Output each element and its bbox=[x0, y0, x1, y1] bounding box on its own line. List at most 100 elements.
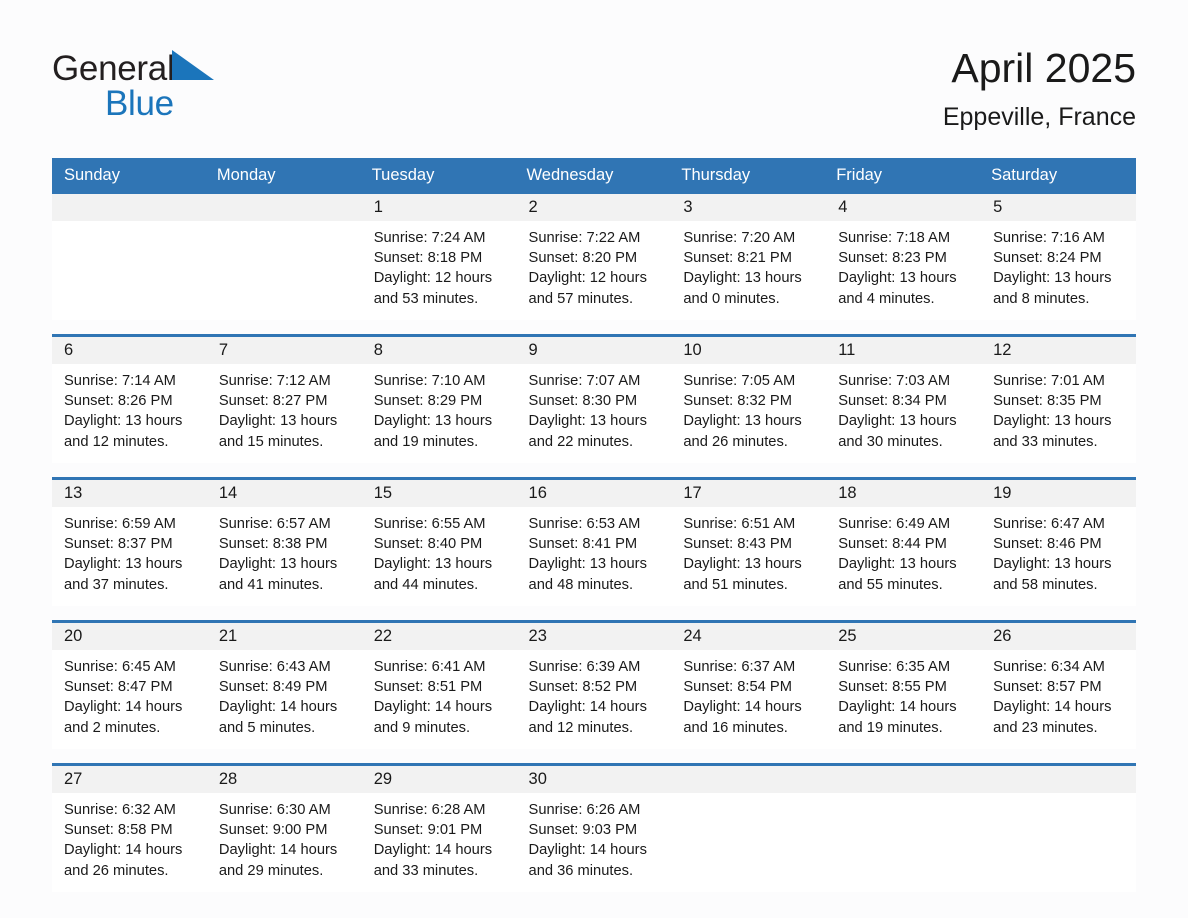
calendar-day-cell[interactable]: 6 Sunrise: 7:14 AM Sunset: 8:26 PM Daylight… bbox=[52, 334, 207, 463]
sunrise-text: Sunrise: 7:05 AM bbox=[683, 373, 796, 389]
day-details: Sunrise: 6:51 AM Sunset: 8:43 PM Daylight:… bbox=[671, 507, 826, 595]
calendar-day-cell[interactable]: 8 Sunrise: 7:10 AM Sunset: 8:29 PM Daylight… bbox=[361, 334, 517, 463]
daylight-text: Daylight: 14 hours and 2 minutes. bbox=[64, 699, 183, 736]
calendar-table: Sunday Monday Tuesday Wednesday Thursday… bbox=[52, 158, 1136, 892]
day-details: Sunrise: 6:37 AM Sunset: 8:54 PM Daylight:… bbox=[671, 650, 826, 738]
day-number bbox=[826, 766, 982, 793]
sunset-text: Sunset: 8:49 PM bbox=[218, 679, 328, 696]
sunset-text: Sunset: 9:00 PM bbox=[218, 822, 328, 839]
calendar-day-cell[interactable]: 21 Sunrise: 6:43 AM Sunset: 8:49 PM Dayligh… bbox=[206, 620, 362, 749]
daylight-text: Daylight: 13 hours and 33 minutes. bbox=[993, 413, 1112, 450]
calendar-day-cell[interactable]: 11 Sunrise: 7:03 AM Sunset: 8:34 PM Dayligh… bbox=[826, 334, 982, 463]
calendar-day-cell[interactable]: 23 Sunrise: 6:39 AM Sunset: 8:52 PM Dayligh… bbox=[516, 620, 672, 749]
calendar-day-cell[interactable]: 20 Sunrise: 6:45 AM Sunset: 8:47 PM Dayligh… bbox=[52, 620, 207, 749]
daylight-text: Daylight: 13 hours and 48 minutes. bbox=[528, 556, 647, 593]
daylight-text: Daylight: 12 hours and 53 minutes. bbox=[373, 270, 493, 307]
calendar-day-cell[interactable]: 19 Sunrise: 6:47 AM Sunset: 8:46 PM Dayligh… bbox=[981, 477, 1136, 606]
day-cell-inner: 5 Sunrise: 7:16 AM Sunset: 8:24 PM Daylight… bbox=[981, 194, 1136, 320]
calendar-day-cell[interactable]: 24 Sunrise: 6:37 AM Sunset: 8:54 PM Dayligh… bbox=[671, 620, 827, 749]
sunset-text: Sunset: 9:01 PM bbox=[373, 822, 483, 839]
day-number: 26 bbox=[981, 623, 1136, 650]
sunset-text: Sunset: 8:30 PM bbox=[528, 393, 638, 410]
day-cell-inner: 20 Sunrise: 6:45 AM Sunset: 8:47 PM Dayligh… bbox=[52, 623, 207, 749]
day-details: Sunrise: 6:35 AM Sunset: 8:55 PM Daylight:… bbox=[826, 650, 981, 738]
day-number: 18 bbox=[826, 480, 982, 507]
sunrise-text: Sunrise: 7:10 AM bbox=[373, 373, 486, 389]
sunrise-text: Sunrise: 7:07 AM bbox=[528, 373, 641, 389]
calendar-day-cell[interactable]: 26 Sunrise: 6:34 AM Sunset: 8:57 PM Dayligh… bbox=[981, 620, 1136, 749]
calendar-day-cell[interactable]: 4 Sunrise: 7:18 AM Sunset: 8:23 PM Daylight… bbox=[826, 194, 982, 320]
calendar-day-cell[interactable]: 30 Sunrise: 6:26 AM Sunset: 9:03 PM Dayligh… bbox=[516, 763, 672, 892]
week-spacer bbox=[52, 463, 1136, 479]
day-number: 3 bbox=[671, 194, 827, 221]
day-number: 5 bbox=[981, 194, 1136, 221]
day-details: Sunrise: 6:43 AM Sunset: 8:49 PM Daylight:… bbox=[207, 650, 362, 738]
sunrise-text: Sunrise: 6:51 AM bbox=[683, 516, 796, 532]
calendar-day-cell[interactable]: 29 Sunrise: 6:28 AM Sunset: 9:01 PM Dayligh… bbox=[361, 763, 517, 892]
page-title: April 2025 bbox=[951, 45, 1136, 91]
day-cell-inner: 8 Sunrise: 7:10 AM Sunset: 8:29 PM Daylight… bbox=[361, 337, 517, 463]
calendar-day-cell[interactable]: 27 Sunrise: 6:32 AM Sunset: 8:58 PM Dayligh… bbox=[52, 763, 207, 892]
day-cell-inner bbox=[671, 766, 827, 892]
calendar-day-cell[interactable]: 5 Sunrise: 7:16 AM Sunset: 8:24 PM Daylight… bbox=[981, 194, 1136, 320]
calendar-day-cell[interactable]: 28 Sunrise: 6:30 AM Sunset: 9:00 PM Dayligh… bbox=[206, 763, 362, 892]
sunrise-text: Sunrise: 6:53 AM bbox=[528, 516, 641, 532]
sunset-text: Sunset: 8:58 PM bbox=[64, 822, 173, 839]
calendar-cell-empty bbox=[826, 763, 982, 892]
calendar-day-cell[interactable]: 22 Sunrise: 6:41 AM Sunset: 8:51 PM Dayligh… bbox=[361, 620, 517, 749]
sunrise-text: Sunrise: 7:22 AM bbox=[528, 230, 641, 246]
sunset-text: Sunset: 8:29 PM bbox=[373, 393, 483, 410]
sunrise-text: Sunrise: 6:55 AM bbox=[373, 516, 486, 532]
calendar-day-cell[interactable]: 1 Sunrise: 7:24 AM Sunset: 8:18 PM Daylight… bbox=[361, 194, 517, 320]
daylight-text: Daylight: 13 hours and 26 minutes. bbox=[683, 413, 802, 450]
day-cell-inner: 21 Sunrise: 6:43 AM Sunset: 8:49 PM Dayligh… bbox=[206, 623, 362, 749]
sunset-text: Sunset: 8:40 PM bbox=[373, 536, 483, 553]
daylight-text: Daylight: 14 hours and 26 minutes. bbox=[64, 842, 183, 879]
day-details: Sunrise: 6:59 AM Sunset: 8:37 PM Daylight:… bbox=[52, 507, 207, 595]
sunset-text: Sunset: 8:44 PM bbox=[838, 536, 947, 553]
calendar-day-cell[interactable]: 10 Sunrise: 7:05 AM Sunset: 8:32 PM Dayligh… bbox=[671, 334, 827, 463]
calendar-day-cell[interactable]: 12 Sunrise: 7:01 AM Sunset: 8:35 PM Dayligh… bbox=[981, 334, 1136, 463]
day-cell-inner: 14 Sunrise: 6:57 AM Sunset: 8:38 PM Dayligh… bbox=[206, 480, 362, 606]
day-cell-inner: 7 Sunrise: 7:12 AM Sunset: 8:27 PM Daylight… bbox=[206, 337, 362, 463]
day-number: 9 bbox=[516, 337, 672, 364]
sunset-text: Sunset: 8:18 PM bbox=[373, 250, 483, 267]
day-number: 29 bbox=[361, 766, 517, 793]
day-cell-inner: 9 Sunrise: 7:07 AM Sunset: 8:30 PM Daylight… bbox=[516, 337, 672, 463]
calendar-day-cell[interactable]: 25 Sunrise: 6:35 AM Sunset: 8:55 PM Dayligh… bbox=[826, 620, 982, 749]
week-spacer-cell bbox=[52, 606, 1136, 622]
day-cell-inner: 11 Sunrise: 7:03 AM Sunset: 8:34 PM Dayligh… bbox=[826, 337, 982, 463]
day-number bbox=[52, 194, 207, 221]
calendar-day-cell[interactable]: 18 Sunrise: 6:49 AM Sunset: 8:44 PM Dayligh… bbox=[826, 477, 982, 606]
sunrise-text: Sunrise: 7:24 AM bbox=[373, 230, 486, 246]
day-cell-inner: 19 Sunrise: 6:47 AM Sunset: 8:46 PM Dayligh… bbox=[981, 480, 1136, 606]
day-number: 4 bbox=[826, 194, 982, 221]
calendar-day-cell[interactable]: 7 Sunrise: 7:12 AM Sunset: 8:27 PM Daylight… bbox=[206, 334, 362, 463]
calendar-week-row: 1 Sunrise: 7:24 AM Sunset: 8:18 PM Daylight… bbox=[52, 194, 1136, 320]
calendar-day-cell[interactable]: 9 Sunrise: 7:07 AM Sunset: 8:30 PM Daylight… bbox=[516, 334, 672, 463]
day-number: 15 bbox=[361, 480, 517, 507]
sunrise-text: Sunrise: 6:41 AM bbox=[373, 659, 486, 675]
calendar-day-cell[interactable]: 17 Sunrise: 6:51 AM Sunset: 8:43 PM Dayligh… bbox=[671, 477, 827, 606]
calendar-week-row: 6 Sunrise: 7:14 AM Sunset: 8:26 PM Daylight… bbox=[52, 334, 1136, 463]
calendar-day-cell[interactable]: 16 Sunrise: 6:53 AM Sunset: 8:41 PM Dayligh… bbox=[516, 477, 672, 606]
calendar-day-cell[interactable]: 13 Sunrise: 6:59 AM Sunset: 8:37 PM Dayligh… bbox=[52, 477, 207, 606]
week-spacer-cell bbox=[52, 463, 1136, 479]
logo-line-2: Blue bbox=[52, 86, 372, 126]
day-details: Sunrise: 7:22 AM Sunset: 8:20 PM Daylight:… bbox=[517, 221, 672, 309]
day-number: 21 bbox=[206, 623, 362, 650]
weekday-header-monday: Monday bbox=[206, 158, 362, 194]
sunrise-text: Sunrise: 7:03 AM bbox=[838, 373, 951, 389]
sunrise-text: Sunrise: 6:59 AM bbox=[64, 516, 176, 532]
day-details: Sunrise: 6:30 AM Sunset: 9:00 PM Daylight:… bbox=[207, 793, 362, 881]
sunset-text: Sunset: 8:46 PM bbox=[993, 536, 1102, 553]
sunset-text: Sunset: 8:57 PM bbox=[993, 679, 1102, 696]
day-details: Sunrise: 6:53 AM Sunset: 8:41 PM Daylight:… bbox=[517, 507, 672, 595]
sunrise-text: Sunrise: 6:30 AM bbox=[218, 802, 331, 818]
calendar-day-cell[interactable]: 2 Sunrise: 7:22 AM Sunset: 8:20 PM Daylight… bbox=[516, 194, 672, 320]
calendar-day-cell[interactable]: 3 Sunrise: 7:20 AM Sunset: 8:21 PM Daylight… bbox=[671, 194, 827, 320]
calendar-day-cell[interactable]: 14 Sunrise: 6:57 AM Sunset: 8:38 PM Dayligh… bbox=[206, 477, 362, 606]
calendar-day-cell[interactable]: 15 Sunrise: 6:55 AM Sunset: 8:40 PM Dayligh… bbox=[361, 477, 517, 606]
logo-word-blue: Blue bbox=[105, 84, 174, 123]
calendar-cell-empty bbox=[206, 194, 362, 320]
